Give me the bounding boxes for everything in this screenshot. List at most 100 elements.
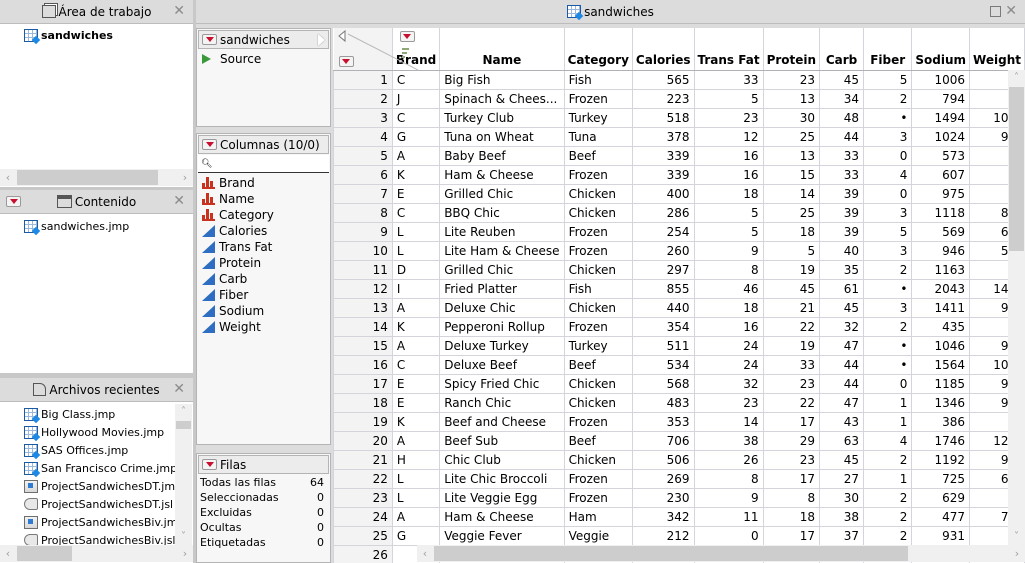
row-number[interactable]: 12 [333, 278, 393, 299]
cell[interactable]: 38 [819, 506, 865, 527]
cell[interactable]: • [863, 278, 913, 299]
cell[interactable]: 2043 [911, 278, 971, 299]
row-number[interactable]: 19 [333, 411, 393, 432]
cell[interactable]: Fried Platter [439, 278, 565, 299]
cell[interactable]: I [391, 278, 441, 299]
cell[interactable]: Veggie [563, 525, 633, 546]
row-number[interactable]: 4 [333, 126, 393, 147]
column-list-item[interactable]: Weight [197, 319, 330, 335]
table-row[interactable]: 5ABaby BeefBeef33916133305736 [333, 145, 1025, 166]
cell[interactable]: C [391, 202, 441, 223]
cell[interactable]: 44 [819, 126, 865, 147]
cell[interactable]: 1746 [911, 430, 971, 451]
table-row[interactable]: 19KBeef and CheeseFrozen35314174313866 [333, 411, 1025, 432]
cell[interactable]: 230 [631, 487, 695, 508]
table-row[interactable]: 16 C Deluxe Beef Beef 534 24 33 44 • 1564 10,7 [333, 354, 1025, 375]
cell[interactable]: A [391, 506, 441, 527]
cell[interactable]: 16 [693, 164, 764, 185]
cell[interactable]: D [391, 259, 441, 280]
column-list-item[interactable]: Fiber [197, 287, 330, 303]
recent-file-item[interactable]: ProjectSandwichesBiv.jsl [24, 531, 176, 545]
cell[interactable]: 3 [863, 297, 913, 318]
cell[interactable]: 5 [863, 69, 913, 90]
column-list-item[interactable]: Brand [197, 175, 330, 191]
table-row[interactable]: 7EGrilled ChicChicken40018143909759 [333, 183, 1025, 204]
cell[interactable]: 1494 [911, 107, 971, 128]
cell[interactable]: Chicken [563, 392, 633, 413]
cell[interactable]: 1 [863, 468, 913, 489]
table-row[interactable]: 4GTuna on WheatTuna378122544310249,7 [333, 126, 1025, 147]
cell[interactable]: 32 [693, 373, 764, 394]
table-row[interactable]: 14KPepperoni RollupFrozen35416223224356 [333, 316, 1025, 337]
grid-hscrollbar[interactable]: ‹ › [417, 545, 1025, 562]
cell[interactable]: Beef and Cheese [439, 411, 565, 432]
cell[interactable]: 400 [631, 183, 695, 204]
cell[interactable]: G [391, 525, 441, 546]
run-script-icon[interactable] [202, 54, 211, 64]
cell[interactable]: Grilled Chic [439, 183, 565, 204]
scroll-left-icon[interactable]: ‹ [0, 545, 16, 562]
cell[interactable]: 39 [819, 183, 865, 204]
row-number[interactable]: 13 [333, 297, 393, 318]
cell[interactable]: 14 [762, 183, 821, 204]
cell[interactable]: 2 [863, 88, 913, 109]
scroll-thumb[interactable] [17, 170, 158, 185]
cell[interactable]: 9 [693, 487, 764, 508]
cell[interactable]: 38 [693, 430, 764, 451]
cell[interactable]: 19 [762, 335, 821, 356]
table-row[interactable]: 22LLite Chic BroccoliFrozen2698172717256… [333, 468, 1025, 489]
row-number[interactable]: 8 [333, 202, 393, 223]
table-row[interactable]: 1CBig FishFish565332345510069 [333, 69, 1025, 90]
cell[interactable]: 21 [762, 297, 821, 318]
cell[interactable]: Chicken [563, 183, 633, 204]
column-list-item[interactable]: Trans Fat [197, 239, 330, 255]
cell[interactable]: 19 [762, 259, 821, 280]
cell[interactable]: Turkey [563, 335, 633, 356]
cell[interactable]: 5 [693, 202, 764, 223]
table-row[interactable]: 13ADeluxe ChicChicken440182145314119,5 [333, 297, 1025, 318]
column-search-input[interactable] [212, 157, 313, 170]
column-header[interactable]: Category [564, 28, 633, 71]
cell[interactable]: 1192 [911, 449, 971, 470]
column-list-item[interactable]: Category [197, 207, 330, 223]
cell[interactable]: 440 [631, 297, 695, 318]
cell[interactable]: E [391, 392, 441, 413]
cell[interactable]: 3 [863, 202, 913, 223]
cell[interactable]: 26 [693, 449, 764, 470]
cell[interactable]: 1 [863, 392, 913, 413]
cell[interactable]: L [391, 221, 441, 242]
cell[interactable]: 23 [693, 107, 764, 128]
cell[interactable]: 1024 [911, 126, 971, 147]
cell[interactable]: • [863, 107, 913, 128]
cell[interactable]: C [391, 107, 441, 128]
cell[interactable]: Pepperoni Rollup [439, 316, 565, 337]
cell[interactable]: E [391, 183, 441, 204]
cell[interactable]: 931 [911, 525, 971, 546]
cell[interactable]: 17 [762, 468, 821, 489]
cell[interactable]: 24 [693, 335, 764, 356]
cell[interactable]: 3 [863, 240, 913, 261]
recent-file-item[interactable]: ProjectSandwichesDT.jsl [24, 495, 176, 513]
row-number[interactable]: 15 [333, 335, 393, 356]
cell[interactable]: L [391, 240, 441, 261]
cell[interactable]: Lite Reuben [439, 221, 565, 242]
scroll-left-icon[interactable]: ‹ [0, 169, 16, 186]
column-search-field[interactable]: 🔍︎ [198, 155, 329, 173]
table-row[interactable]: 15ADeluxe TurkeyTurkey511241947•10469,7 [333, 335, 1025, 356]
cell[interactable]: 17 [762, 411, 821, 432]
cell[interactable]: 13 [762, 145, 821, 166]
cell[interactable]: Lite Veggie Egg [439, 487, 565, 508]
cell[interactable]: Big Fish [439, 69, 565, 90]
cell[interactable]: Deluxe Turkey [439, 335, 565, 356]
cell[interactable]: 37 [819, 525, 865, 546]
cell[interactable]: A [391, 145, 441, 166]
cell[interactable]: 1346 [911, 392, 971, 413]
cell[interactable]: Frozen [563, 411, 633, 432]
table-row[interactable]: 23LLite Veggie EggFrozen230983026295 [333, 487, 1025, 508]
cell[interactable]: G [391, 126, 441, 147]
cell[interactable]: 48 [819, 107, 865, 128]
cell[interactable]: 3 [863, 126, 913, 147]
cell[interactable]: 12 [693, 126, 764, 147]
cell[interactable]: J [391, 88, 441, 109]
cell[interactable]: 354 [631, 316, 695, 337]
